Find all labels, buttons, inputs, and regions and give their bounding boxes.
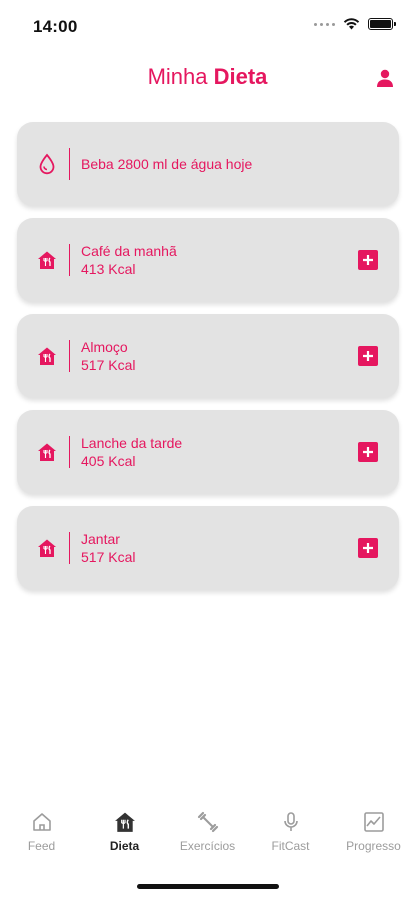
meal-kcal: 413 Kcal <box>81 261 136 277</box>
restaurant-icon <box>37 537 57 559</box>
plus-icon <box>363 447 373 457</box>
restaurant-icon <box>37 441 57 463</box>
restaurant-icon <box>37 249 57 271</box>
wifi-icon <box>343 18 360 30</box>
chart-icon <box>362 810 386 834</box>
meal-name: Lanche da tarde <box>81 435 183 451</box>
page-title: Minha Dieta <box>0 64 415 90</box>
meal-text-block: Almoço 517 Kcal <box>81 314 135 398</box>
water-goal-text: Beba 2800 ml de água hoje <box>81 156 253 172</box>
nav-label: Feed <box>27 839 56 853</box>
add-food-button[interactable] <box>358 346 378 366</box>
restaurant-icon <box>37 345 57 367</box>
nav-label: Dieta <box>109 839 140 853</box>
status-bar: 14:00 <box>0 0 415 50</box>
meal-text-block: Jantar 517 Kcal <box>81 506 135 590</box>
meal-card-lunch[interactable]: Almoço 517 Kcal <box>17 314 399 398</box>
status-time: 14:00 <box>33 17 78 36</box>
water-card: Beba 2800 ml de água hoje <box>17 122 399 206</box>
plus-icon <box>363 543 373 553</box>
dumbbell-icon <box>196 810 220 834</box>
diet-icon <box>113 810 137 834</box>
profile-button[interactable] <box>373 66 397 90</box>
add-food-button[interactable] <box>358 538 378 558</box>
meal-name: Almoço <box>81 339 128 355</box>
page-title-light: Minha <box>147 64 208 89</box>
nav-label: Exercícios <box>179 839 236 853</box>
nav-item-dieta[interactable]: Dieta <box>83 810 166 870</box>
meal-card-dinner[interactable]: Jantar 517 Kcal <box>17 506 399 590</box>
status-icons <box>314 18 396 30</box>
nav-item-fitcast[interactable]: FitCast <box>249 810 332 870</box>
page-title-bold: Dieta <box>213 64 268 89</box>
meal-card-afternoon-snack[interactable]: Lanche da tarde 405 Kcal <box>17 410 399 494</box>
nav-item-exercicios[interactable]: Exercícios <box>166 810 249 870</box>
meal-kcal: 517 Kcal <box>81 549 136 565</box>
signal-icon <box>314 22 335 26</box>
card-divider <box>69 340 70 372</box>
card-divider <box>69 244 70 276</box>
meal-text-block: Café da manhã 413 Kcal <box>81 218 177 302</box>
meal-kcal: 517 Kcal <box>81 357 136 373</box>
meal-kcal: 405 Kcal <box>81 453 136 469</box>
add-food-button[interactable] <box>358 250 378 270</box>
nav-item-progresso[interactable]: Progresso <box>332 810 415 870</box>
person-icon <box>377 69 393 87</box>
meal-name: Café da manhã <box>81 243 177 259</box>
meal-card-breakfast[interactable]: Café da manhã 413 Kcal <box>17 218 399 302</box>
add-food-button[interactable] <box>358 442 378 462</box>
bottom-nav: Feed Dieta Exercícios FitCast Progresso <box>0 810 415 870</box>
water-drop-icon <box>37 153 57 175</box>
meal-text-block: Lanche da tarde 405 Kcal <box>81 410 182 494</box>
home-indicator[interactable] <box>137 884 279 889</box>
card-divider <box>69 148 70 180</box>
plus-icon <box>363 255 373 265</box>
water-text-block: Beba 2800 ml de água hoje <box>81 122 252 206</box>
microphone-icon <box>279 810 303 834</box>
diet-card-list: Beba 2800 ml de água hoje Café da manhã … <box>17 122 399 602</box>
nav-label: FitCast <box>271 839 310 853</box>
card-divider <box>69 436 70 468</box>
battery-icon <box>368 18 396 30</box>
card-divider <box>69 532 70 564</box>
header: Minha Dieta <box>0 60 415 100</box>
plus-icon <box>363 351 373 361</box>
nav-item-feed[interactable]: Feed <box>0 810 83 870</box>
home-icon <box>30 810 54 834</box>
nav-label: Progresso <box>346 839 401 853</box>
meal-name: Jantar <box>81 531 120 547</box>
